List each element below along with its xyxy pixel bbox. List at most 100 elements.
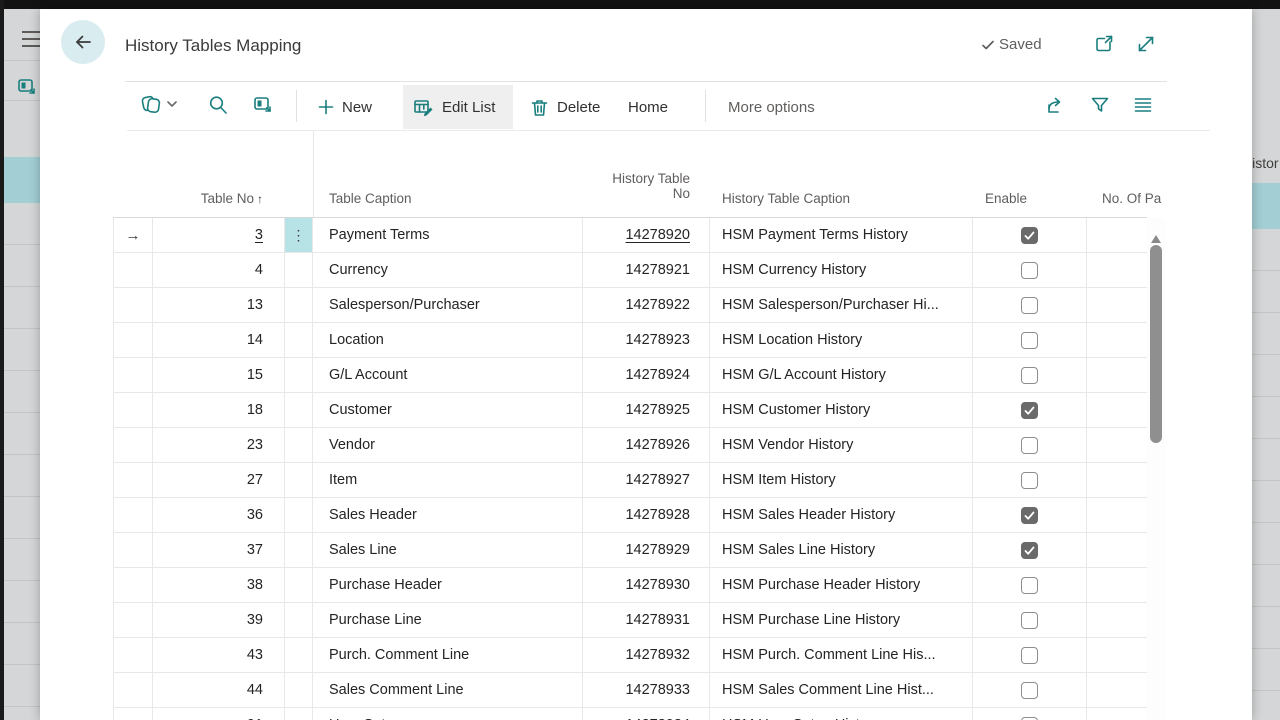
row-options-cell[interactable] [285,288,313,322]
table-caption-cell[interactable]: User Setup [313,708,583,720]
table-caption-cell[interactable]: Sales Comment Line [313,673,583,707]
no-of-pages-cell[interactable] [1087,253,1147,287]
table-row[interactable]: 44Sales Comment Line14278933HSM Sales Co… [113,673,1147,708]
enable-checkbox[interactable] [1021,332,1038,349]
table-caption-cell[interactable]: Payment Terms [313,218,583,252]
table-no-cell[interactable]: 91 [153,708,285,720]
history-table-caption-cell[interactable]: HSM Customer History [710,393,973,427]
scrollbar-up-arrow[interactable] [1151,235,1161,243]
history-table-no-cell[interactable]: 14278923 [583,323,710,357]
no-of-pages-cell[interactable] [1087,638,1147,672]
table-row[interactable]: 38Purchase Header14278930HSM Purchase He… [113,568,1147,603]
history-table-caption-cell[interactable]: HSM Vendor History [710,428,973,462]
table-caption-cell[interactable]: Vendor [313,428,583,462]
row-options-cell[interactable] [285,638,313,672]
row-options-cell[interactable] [285,498,313,532]
row-selector-cell[interactable] [113,428,153,462]
table-no-cell[interactable]: 44 [153,673,285,707]
table-no-cell[interactable]: 18 [153,393,285,427]
search-icon[interactable] [207,94,229,116]
enable-checkbox[interactable] [1021,367,1038,384]
history-table-caption-cell[interactable]: HSM Payment Terms History [710,218,973,252]
share-icon[interactable] [1045,94,1067,116]
table-no-cell[interactable]: 15 [153,358,285,392]
enable-checkbox[interactable] [1021,507,1038,524]
filter-icon[interactable] [1089,94,1111,116]
table-no-cell[interactable]: 14 [153,323,285,357]
row-selector-cell[interactable] [113,638,153,672]
history-table-caption-cell[interactable]: HSM Purchase Header History [710,568,973,602]
history-table-no-cell[interactable]: 14278921 [583,253,710,287]
no-of-pages-cell[interactable] [1087,498,1147,532]
row-options-cell[interactable] [285,358,313,392]
history-table-caption-cell[interactable]: HSM Location History [710,323,973,357]
table-caption-cell[interactable]: Sales Line [313,533,583,567]
table-row[interactable]: 43Purch. Comment Line14278932HSM Purch. … [113,638,1147,673]
row-options-cell[interactable] [285,708,313,720]
table-row[interactable]: →3⋮Payment Terms14278920HSM Payment Term… [113,218,1147,253]
no-of-pages-cell[interactable] [1087,463,1147,497]
no-of-pages-cell[interactable] [1087,673,1147,707]
table-no-cell[interactable]: 13 [153,288,285,322]
table-row[interactable]: 36Sales Header14278928HSM Sales Header H… [113,498,1147,533]
enable-checkbox[interactable] [1021,402,1038,419]
delete-button[interactable]: Delete [520,85,610,129]
no-of-pages-cell[interactable] [1087,393,1147,427]
row-options-cell[interactable] [285,603,313,637]
row-options-cell[interactable] [285,533,313,567]
back-button[interactable] [61,20,105,64]
table-caption-cell[interactable]: Salesperson/Purchaser [313,288,583,322]
row-selector-cell[interactable] [113,393,153,427]
table-no-cell[interactable]: 36 [153,498,285,532]
row-selector-cell[interactable]: → [113,218,153,252]
more-options-menu[interactable]: More options [718,85,825,129]
row-selector-cell[interactable] [113,603,153,637]
enable-checkbox[interactable] [1021,262,1038,279]
column-header-history-table-caption[interactable]: History Table Caption [722,191,850,206]
table-no-cell[interactable]: 23 [153,428,285,462]
row-options-cell[interactable] [285,428,313,462]
row-selector-cell[interactable] [113,568,153,602]
enable-checkbox[interactable] [1021,472,1038,489]
table-row[interactable]: 18Customer14278925HSM Customer History [113,393,1147,428]
table-row[interactable]: 37Sales Line14278929HSM Sales Line Histo… [113,533,1147,568]
history-table-no-cell[interactable]: 14278934 [583,708,710,720]
row-options-cell[interactable] [285,673,313,707]
table-caption-cell[interactable]: Purch. Comment Line [313,638,583,672]
no-of-pages-cell[interactable] [1087,568,1147,602]
column-header-no-of-pages[interactable]: No. Of Pa [1102,191,1170,206]
no-of-pages-cell[interactable] [1087,428,1147,462]
table-row[interactable]: 39Purchase Line14278931HSM Purchase Line… [113,603,1147,638]
history-table-caption-cell[interactable]: HSM Currency History [710,253,973,287]
table-row[interactable]: 15G/L Account14278924HSM G/L Account His… [113,358,1147,393]
column-header-table-no[interactable]: Table No↑ [113,191,263,206]
enable-checkbox[interactable] [1021,612,1038,629]
table-row[interactable]: 91 User Setup14278934HSM User Setup Hist.… [113,708,1147,720]
history-table-caption-cell[interactable]: HSM Item History [710,463,973,497]
enable-checkbox[interactable] [1021,647,1038,664]
enable-checkbox[interactable] [1021,717,1038,720]
history-table-caption-cell[interactable]: HSM Purch. Comment Line His... [710,638,973,672]
history-table-no-cell[interactable]: 14278926 [583,428,710,462]
no-of-pages-cell[interactable] [1087,603,1147,637]
table-row[interactable]: 13Salesperson/Purchaser14278922HSM Sales… [113,288,1147,323]
table-no-cell[interactable]: 37 [153,533,285,567]
row-selector-cell[interactable] [113,253,153,287]
enable-checkbox[interactable] [1021,542,1038,559]
new-button[interactable]: New [308,85,382,129]
table-row[interactable]: 27Item14278927HSM Item History [113,463,1147,498]
row-selector-cell[interactable] [113,498,153,532]
enable-checkbox[interactable] [1021,577,1038,594]
column-header-history-table-no[interactable]: History Table No [490,171,690,201]
edit-list-button[interactable]: Edit List [403,85,513,129]
enable-checkbox[interactable] [1021,297,1038,314]
history-table-no-cell[interactable]: 14278925 [583,393,710,427]
table-no-cell[interactable]: 39 [153,603,285,637]
hamburger-menu-icon[interactable] [22,31,40,47]
row-menu-icon[interactable]: ⋮ [292,227,306,244]
table-no-cell[interactable]: 3 [153,218,285,252]
enable-checkbox[interactable] [1021,437,1038,454]
no-of-pages-cell[interactable] [1087,533,1147,567]
history-table-caption-cell[interactable]: HSM User Setup Hist... [710,708,973,720]
open-in-new-window-icon[interactable] [1093,33,1115,55]
